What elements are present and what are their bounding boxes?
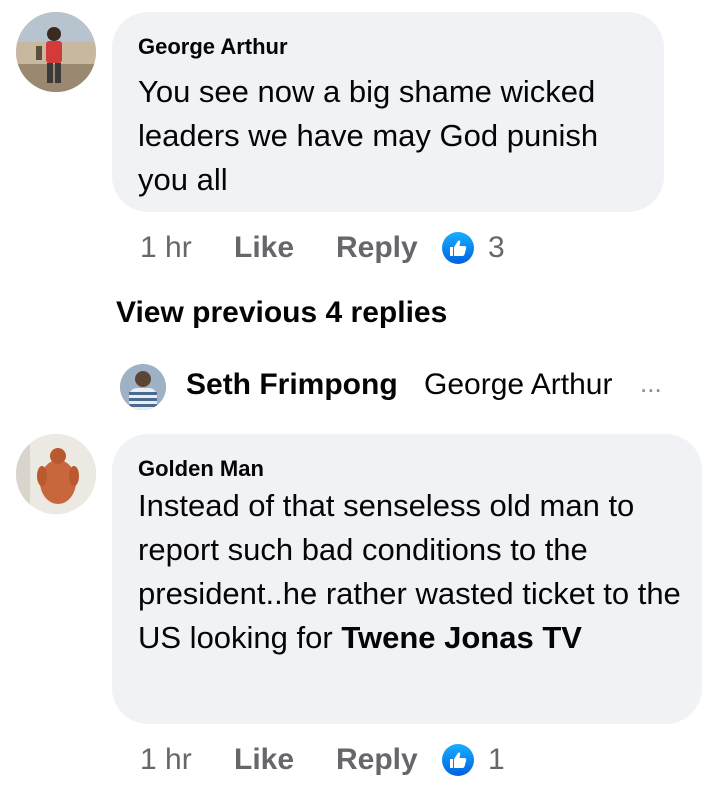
comment-author[interactable]: Golden Man <box>138 456 264 482</box>
like-thumbs-up-icon[interactable] <box>442 232 474 264</box>
avatar-golden-man[interactable] <box>16 434 96 514</box>
tagged-page-link[interactable]: Twene Jonas TV <box>341 620 582 655</box>
comment-author[interactable]: George Arthur <box>138 34 288 60</box>
reply-preview[interactable]: Seth Frimpong George Arthur ... <box>120 362 680 410</box>
comment-bubble: Golden Man Instead of that senseless old… <box>112 434 702 724</box>
like-button[interactable]: Like <box>234 740 294 780</box>
reaction-count[interactable]: 3 <box>488 228 505 268</box>
view-previous-replies-link[interactable]: View previous 4 replies <box>116 296 447 330</box>
avatar-seth-frimpong[interactable] <box>120 364 166 410</box>
avatar-photo-icon <box>16 12 96 92</box>
reply-text: George Arthur <box>424 368 613 401</box>
like-button[interactable]: Like <box>234 228 294 268</box>
avatar-photo-icon <box>120 364 166 410</box>
comment-text: Instead of that senseless old man to rep… <box>138 484 690 660</box>
reply-button[interactable]: Reply <box>336 740 418 780</box>
comment-text: You see now a big shame wicked leaders w… <box>138 74 599 197</box>
reply-button[interactable]: Reply <box>336 228 418 268</box>
comment-bubble: George Arthur You see now a big shame wi… <box>112 12 664 212</box>
like-thumbs-up-icon[interactable] <box>442 744 474 776</box>
comment-timestamp[interactable]: 1 hr <box>140 228 192 268</box>
comment-actions: 1 hr Like Reply 3 <box>140 228 540 268</box>
reply-author[interactable]: Seth Frimpong <box>186 368 398 402</box>
reaction-count[interactable]: 1 <box>488 740 505 780</box>
comment-actions: 1 hr Like Reply 1 <box>140 740 540 780</box>
comment-timestamp[interactable]: 1 hr <box>140 740 192 780</box>
avatar-photo-icon <box>16 434 96 514</box>
reply-ellipsis: ... <box>640 368 662 398</box>
avatar-george-arthur[interactable] <box>16 12 96 92</box>
